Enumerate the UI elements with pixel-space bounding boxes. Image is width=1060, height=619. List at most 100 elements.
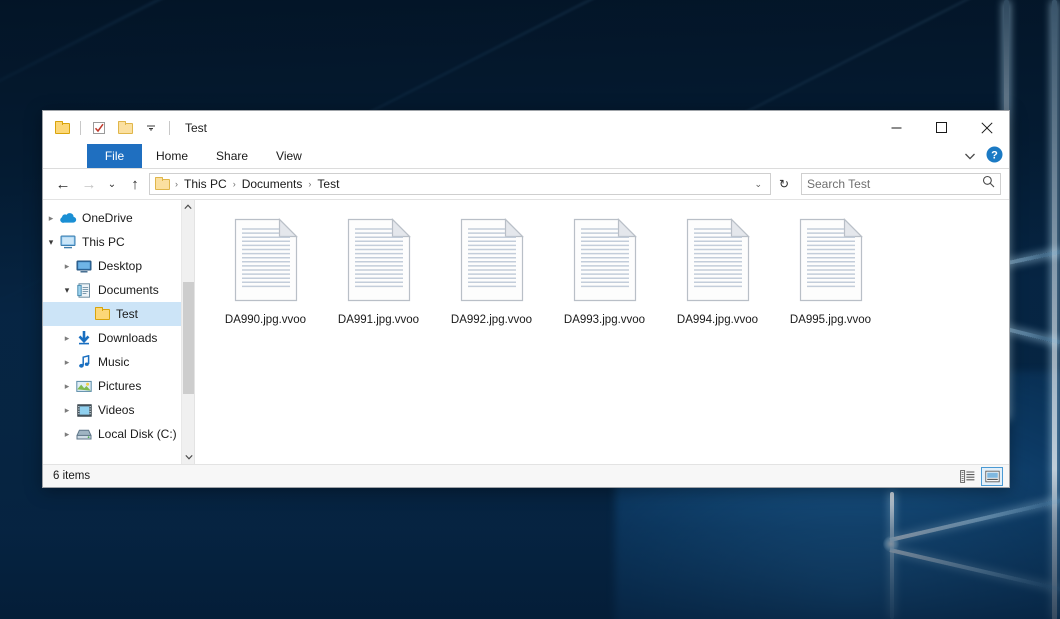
sidebar-item-label: This PC bbox=[82, 235, 125, 249]
chevron-right-icon[interactable]: ▸ bbox=[59, 357, 75, 368]
chevron-right-icon[interactable]: ▸ bbox=[59, 261, 75, 272]
navigation-pane: ▸ OneDrive ▾ bbox=[43, 200, 195, 464]
chevron-right-icon[interactable]: ▸ bbox=[59, 429, 75, 440]
file-item[interactable]: DA995.jpg.vvoo bbox=[780, 214, 881, 328]
sidebar-item-label: Desktop bbox=[98, 259, 142, 273]
quick-access-toolbar: Test bbox=[43, 111, 207, 144]
file-name-label: DA994.jpg.vvoo bbox=[677, 314, 758, 326]
refresh-button[interactable]: ↻ bbox=[773, 173, 795, 195]
recent-locations-button[interactable]: ⌄ bbox=[103, 172, 121, 196]
breadcrumb-separator: › bbox=[307, 179, 312, 189]
file-item[interactable]: DA990.jpg.vvoo bbox=[215, 214, 316, 328]
chevron-right-icon[interactable]: ▸ bbox=[59, 333, 75, 344]
address-bar[interactable]: › This PC › Documents › Test ⌄ bbox=[149, 173, 771, 195]
help-icon[interactable]: ? bbox=[986, 146, 1003, 168]
sidebar-item-label: Downloads bbox=[98, 331, 157, 345]
file-item[interactable]: DA992.jpg.vvoo bbox=[441, 214, 542, 328]
search-input[interactable]: Search Test bbox=[807, 177, 982, 191]
close-button[interactable] bbox=[964, 111, 1009, 144]
new-folder-icon[interactable] bbox=[114, 117, 136, 139]
view-mode-buttons bbox=[956, 467, 1003, 486]
back-button[interactable]: ← bbox=[51, 172, 75, 196]
file-grid: DA990.jpg.vvoo DA991.jpg.vvoo DA992.jpg.vv… bbox=[215, 214, 1009, 328]
tab-home[interactable]: Home bbox=[142, 144, 202, 168]
sidebar-item-desktop[interactable]: ▸ Desktop bbox=[43, 254, 194, 278]
scroll-up-button[interactable] bbox=[182, 200, 194, 214]
tab-file[interactable]: File bbox=[87, 144, 142, 168]
sidebar-item-label: Local Disk (C:) bbox=[98, 427, 177, 441]
search-icon[interactable] bbox=[982, 175, 995, 193]
chevron-right-icon[interactable]: ▸ bbox=[59, 381, 75, 392]
forward-button[interactable]: → bbox=[77, 172, 101, 196]
large-icons-view-button[interactable] bbox=[981, 467, 1003, 486]
ribbon-right-controls: ? bbox=[964, 144, 1003, 169]
breadcrumb-this-pc[interactable]: This PC bbox=[180, 177, 231, 191]
desktop: Test File Home Share View bbox=[0, 0, 1060, 619]
downloads-icon bbox=[75, 330, 93, 346]
file-item[interactable]: DA993.jpg.vvoo bbox=[554, 214, 655, 328]
navigation-scrollbar[interactable] bbox=[181, 200, 194, 464]
folder-icon bbox=[155, 178, 170, 190]
window-title: Test bbox=[185, 121, 207, 135]
minimize-button[interactable] bbox=[874, 111, 919, 144]
file-name-label: DA990.jpg.vvoo bbox=[225, 314, 306, 326]
folder-icon bbox=[93, 306, 111, 322]
sidebar-item-test[interactable]: Test bbox=[43, 302, 194, 326]
chevron-down-icon[interactable] bbox=[140, 117, 162, 139]
sidebar-item-downloads[interactable]: ▸ Downloads bbox=[43, 326, 194, 350]
divider bbox=[80, 121, 81, 135]
sidebar-item-label: Test bbox=[116, 307, 138, 321]
this-pc-icon bbox=[59, 234, 77, 250]
sidebar-item-videos[interactable]: ▸ Videos bbox=[43, 398, 194, 422]
chevron-down-icon[interactable]: ▾ bbox=[43, 237, 59, 248]
file-name-label: DA991.jpg.vvoo bbox=[338, 314, 419, 326]
documents-icon bbox=[75, 282, 93, 298]
tab-share[interactable]: Share bbox=[202, 144, 262, 168]
maximize-button[interactable] bbox=[919, 111, 964, 144]
drive-icon bbox=[75, 426, 93, 442]
window-controls bbox=[874, 111, 1009, 144]
generic-document-icon bbox=[459, 218, 525, 307]
address-dropdown-icon[interactable]: ⌄ bbox=[748, 179, 768, 190]
breadcrumb-separator: › bbox=[174, 179, 179, 189]
scroll-down-button[interactable] bbox=[182, 450, 195, 464]
item-count-label: 6 items bbox=[53, 470, 90, 482]
sidebar-item-label: OneDrive bbox=[82, 211, 133, 225]
file-name-label: DA993.jpg.vvoo bbox=[564, 314, 645, 326]
file-item[interactable]: DA991.jpg.vvoo bbox=[328, 214, 429, 328]
scrollbar-thumb[interactable] bbox=[183, 282, 194, 394]
navigation-tree: ▸ OneDrive ▾ bbox=[43, 200, 194, 464]
svg-text:?: ? bbox=[991, 149, 998, 161]
music-icon bbox=[75, 354, 93, 370]
title-bar: Test bbox=[43, 111, 1009, 144]
generic-document-icon bbox=[798, 218, 864, 307]
tab-view[interactable]: View bbox=[262, 144, 316, 168]
details-view-button[interactable] bbox=[956, 467, 978, 486]
file-item[interactable]: DA994.jpg.vvoo bbox=[667, 214, 768, 328]
generic-document-icon bbox=[572, 218, 638, 307]
sidebar-item-onedrive[interactable]: ▸ OneDrive bbox=[43, 206, 194, 230]
sidebar-item-music[interactable]: ▸ Music bbox=[43, 350, 194, 374]
sidebar-item-label: Videos bbox=[98, 403, 134, 417]
properties-checkbox-icon[interactable] bbox=[88, 117, 110, 139]
chevron-right-icon[interactable]: ▸ bbox=[59, 405, 75, 416]
sidebar-item-this-pc[interactable]: ▾ This PC bbox=[43, 230, 194, 254]
chevron-right-icon[interactable]: ▸ bbox=[43, 213, 59, 224]
sidebar-item-documents[interactable]: ▾ Documents bbox=[43, 278, 194, 302]
search-box[interactable]: Search Test bbox=[801, 173, 1001, 195]
chevron-down-icon[interactable] bbox=[964, 148, 976, 166]
sidebar-item-local-disk-c[interactable]: ▸ Local Disk (C:) bbox=[43, 422, 194, 446]
up-button[interactable]: ↑ bbox=[123, 172, 147, 196]
address-bar-row: ← → ⌄ ↑ › This PC › Documents › Test ⌄ ↻… bbox=[43, 169, 1009, 199]
file-list-pane[interactable]: DA990.jpg.vvoo DA991.jpg.vvoo DA992.jpg.vv… bbox=[195, 200, 1009, 464]
folder-icon[interactable] bbox=[51, 117, 73, 139]
breadcrumb-documents[interactable]: Documents bbox=[238, 177, 307, 191]
chevron-down-icon[interactable]: ▾ bbox=[59, 285, 75, 296]
generic-document-icon bbox=[346, 218, 412, 307]
file-explorer-window: Test File Home Share View bbox=[42, 110, 1010, 488]
status-bar: 6 items bbox=[43, 464, 1009, 487]
breadcrumb-test[interactable]: Test bbox=[313, 177, 343, 191]
sidebar-item-label: Pictures bbox=[98, 379, 141, 393]
sidebar-item-pictures[interactable]: ▸ Pictures bbox=[43, 374, 194, 398]
ribbon-tab-bar: File Home Share View ? bbox=[43, 144, 1009, 169]
